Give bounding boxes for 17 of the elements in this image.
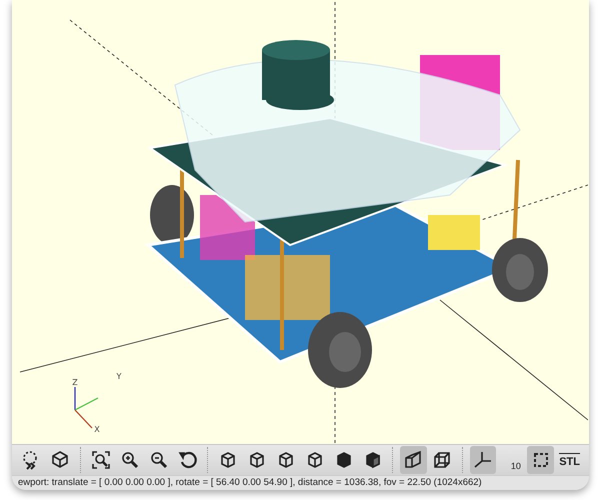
axes-button[interactable] (470, 446, 496, 474)
axes-icon (473, 450, 494, 470)
export-stl-button[interactable]: STL (556, 446, 583, 474)
axis-label: X (94, 425, 100, 434)
reset-view-icon (178, 450, 198, 470)
axis-label: Z (72, 378, 78, 387)
perspective-button[interactable] (400, 446, 427, 474)
crosshairs-button[interactable] (527, 446, 554, 474)
view-all-icon (91, 450, 112, 470)
scale-markers-button[interactable]: 10 (498, 446, 526, 474)
axis-label: Y (116, 372, 122, 381)
orthogonal-icon (432, 450, 452, 470)
zoom-out-icon (148, 450, 169, 470)
perspective-icon (403, 450, 424, 470)
status-bar: ewport: translate = [ 0.00 0.00 0.00 ], rotate = [ 56.40 0.00 54.90 ], distance = 1036.38, fov = 22.50 (1024x662) (12, 475, 589, 490)
zoom-in-icon (120, 450, 140, 470)
render-icon (50, 450, 70, 470)
